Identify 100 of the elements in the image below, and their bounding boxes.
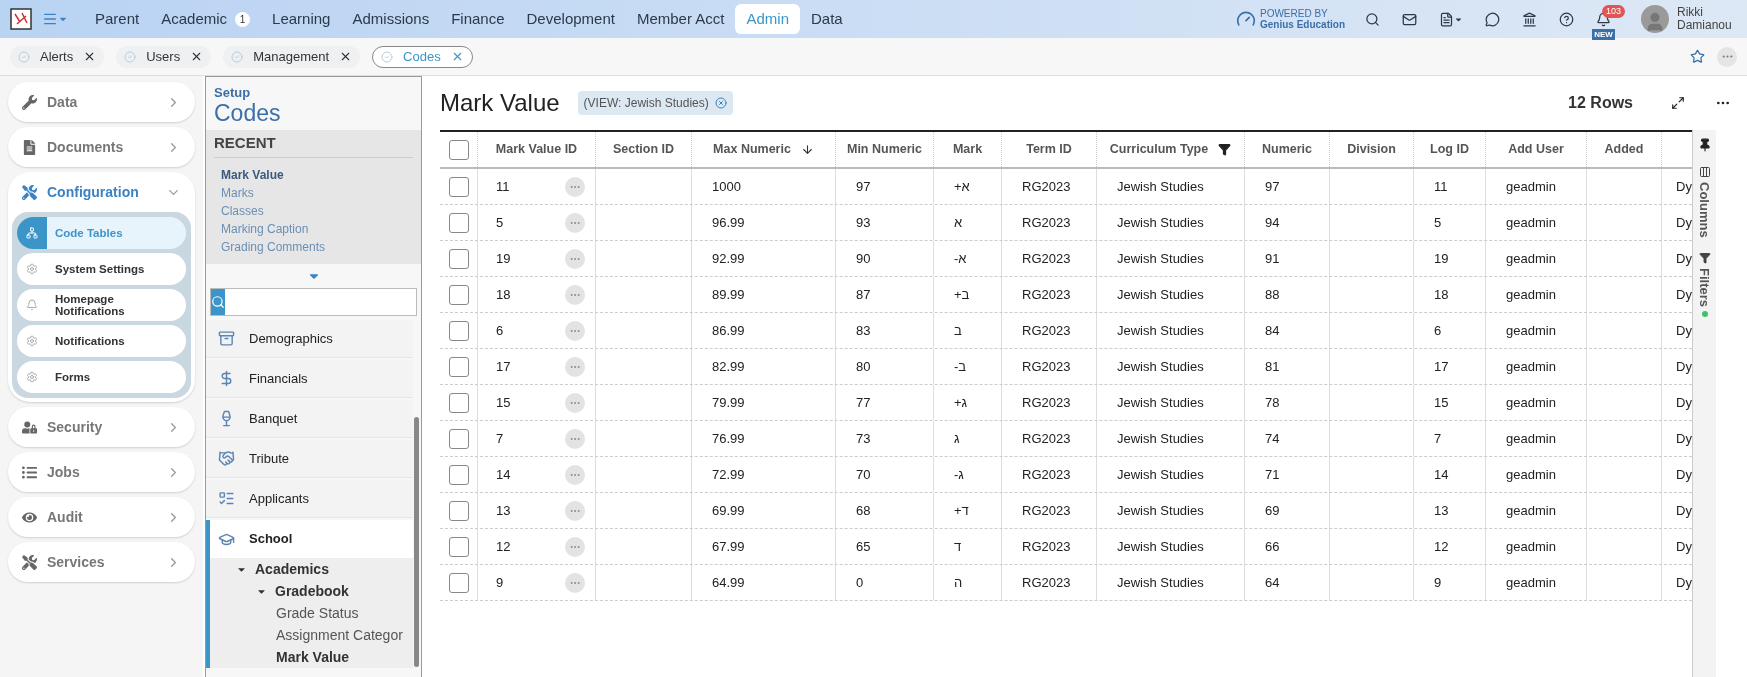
- tab-label[interactable]: Management: [253, 46, 330, 67]
- table-cell-text: 84: [1265, 321, 1280, 340]
- tree-item[interactable]: Academics: [210, 558, 413, 580]
- table-cell-text: 74: [1265, 429, 1280, 448]
- sidebar-item[interactable]: Jobs: [8, 452, 195, 492]
- column-header[interactable]: Min Numeric: [836, 132, 934, 167]
- table-cell-text: 80: [856, 357, 871, 376]
- tree-item[interactable]: Grade Status: [210, 602, 413, 624]
- powered-by-label: POWERED BY: [1260, 8, 1329, 19]
- sidebar-item[interactable]: Configuration: [8, 172, 195, 212]
- row-checkbox[interactable]: [448, 500, 469, 521]
- submenu-item[interactable]: Homepage Notifications: [17, 289, 186, 321]
- row-checkbox[interactable]: [448, 212, 469, 233]
- document-menu-icon[interactable]: [1439, 11, 1463, 27]
- table-cell-text: Dy: [1676, 537, 1692, 556]
- sidebar-item[interactable]: Audit: [8, 497, 195, 537]
- side-panel-tab[interactable]: Columns: [1694, 166, 1715, 238]
- view-chip[interactable]: (VIEW: Jewish Studies): [577, 91, 733, 115]
- recent-link[interactable]: Mark Value: [221, 166, 406, 184]
- page-tab[interactable]: Users: [116, 45, 212, 68]
- user-name[interactable]: Rikki Damianou: [1677, 6, 1739, 32]
- column-header[interactable]: Max Numeric: [692, 132, 836, 167]
- nav-tab[interactable]: Data: [800, 4, 854, 34]
- row-checkbox[interactable]: [448, 176, 469, 197]
- row-checkbox[interactable]: [448, 572, 469, 593]
- row-checkbox[interactable]: [448, 284, 469, 305]
- row-checkbox[interactable]: [448, 248, 469, 269]
- tree-item[interactable]: Assignment Categor: [210, 624, 413, 646]
- table-cell-text: 1000: [712, 177, 741, 196]
- column-header[interactable]: Section ID: [596, 132, 692, 167]
- column-header[interactable]: Mark Value ID: [478, 132, 596, 167]
- column-header[interactable]: Curriculum Type: [1097, 132, 1245, 167]
- tab-status-icon: [18, 50, 30, 63]
- row-checkbox[interactable]: [448, 428, 469, 449]
- table-cell-text: 69: [1265, 501, 1280, 520]
- sidebar-item[interactable]: Services: [8, 542, 195, 582]
- table-cell-text: 5: [1434, 213, 1442, 232]
- column-header[interactable]: Division: [1330, 132, 1414, 167]
- tab-label[interactable]: Users: [146, 46, 181, 67]
- table-cell-text: Dy: [1676, 213, 1692, 232]
- tree-item[interactable]: Gradebook: [210, 580, 413, 602]
- pin-icon[interactable]: [1697, 138, 1712, 152]
- nav-tab[interactable]: Parent: [84, 4, 151, 34]
- mail-icon[interactable]: [1402, 11, 1417, 27]
- new-badge: NEW: [1592, 28, 1615, 40]
- page-tab[interactable]: Management: [223, 45, 361, 68]
- row-checkbox[interactable]: [448, 392, 469, 413]
- search-icon[interactable]: [1365, 11, 1380, 27]
- search-field[interactable]: [210, 288, 417, 316]
- page-tab[interactable]: Alerts: [10, 45, 105, 68]
- table-cell-text: Dy: [1676, 285, 1692, 304]
- submenu-item[interactable]: System Settings: [17, 253, 186, 285]
- sidebar-item[interactable]: Security: [8, 407, 195, 447]
- user-lock-icon: [22, 419, 37, 435]
- column-header[interactable]: Mark: [934, 132, 1002, 167]
- table-cell-text: RG2023: [1022, 573, 1071, 592]
- column-header[interactable]: Log ID: [1414, 132, 1486, 167]
- category-item[interactable]: Banquet: [206, 400, 413, 438]
- search-icon: [211, 295, 225, 309]
- column-header[interactable]: Added: [1587, 132, 1662, 167]
- category-item[interactable]: Financials: [206, 360, 413, 398]
- table-cell-text: 97: [1265, 177, 1280, 196]
- category-item[interactable]: Demographics: [206, 320, 413, 358]
- table-cell-text: 68: [856, 501, 871, 520]
- row-checkbox[interactable]: [448, 320, 469, 341]
- bell-icon: [26, 299, 38, 311]
- chat-icon[interactable]: [1485, 11, 1500, 27]
- expand-icon[interactable]: [1671, 96, 1685, 110]
- side-panel-tab[interactable]: Filters: [1694, 251, 1715, 317]
- table-cell-text: 73: [856, 429, 871, 448]
- table-cell-text: 7: [496, 429, 504, 448]
- nav-tab[interactable]: Member Acct: [625, 4, 736, 34]
- sidebar-item[interactable]: Data: [8, 82, 195, 122]
- category-item[interactable]: Tribute: [206, 440, 413, 478]
- nav-tab[interactable]: Admissions: [341, 4, 441, 34]
- select-all-checkbox[interactable]: [448, 139, 469, 160]
- sidebar-item[interactable]: Documents: [8, 127, 195, 167]
- help-icon[interactable]: [1559, 11, 1574, 27]
- favorite-icon[interactable]: [1690, 49, 1705, 64]
- column-header[interactable]: Numeric: [1245, 132, 1330, 167]
- row-checkbox[interactable]: [448, 356, 469, 377]
- menu-icon[interactable]: [42, 11, 68, 27]
- building-icon[interactable]: [1522, 11, 1537, 27]
- row-checkbox[interactable]: [448, 464, 469, 485]
- column-header[interactable]: Term ID: [1002, 132, 1097, 167]
- category-item[interactable]: School: [206, 520, 413, 558]
- submenu-item[interactable]: Notifications: [17, 325, 186, 357]
- nav-tab[interactable]: Academic 1: [150, 4, 262, 34]
- avatar[interactable]: [1641, 5, 1669, 33]
- row-checkbox[interactable]: [448, 536, 469, 557]
- submenu-item[interactable]: Forms: [17, 361, 186, 393]
- nav-tab[interactable]: Finance: [440, 4, 516, 34]
- nav-tab[interactable]: Learning: [261, 4, 342, 34]
- nav-tab[interactable]: Development: [515, 4, 626, 34]
- column-header[interactable]: Add User: [1486, 132, 1587, 167]
- tree-item[interactable]: Mark Value: [210, 646, 413, 668]
- scrollbar[interactable]: [414, 417, 419, 667]
- tab-label[interactable]: Alerts: [40, 46, 74, 67]
- category-item[interactable]: Applicants: [206, 480, 413, 518]
- logo-icon[interactable]: [8, 7, 34, 31]
